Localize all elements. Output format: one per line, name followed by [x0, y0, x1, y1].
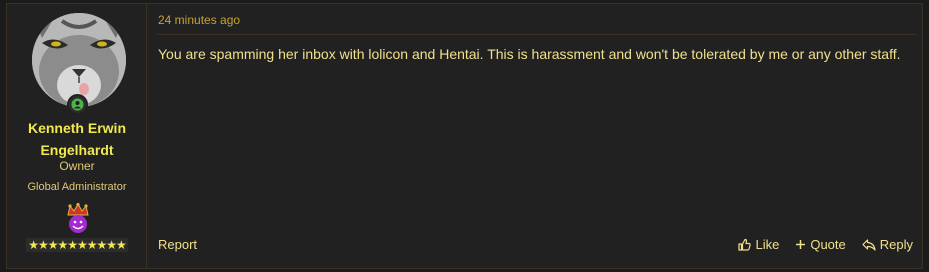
reply-label[interactable]: Reply: [880, 237, 913, 252]
forum-post: Kenneth Erwin Engelhardt Owner Global Ad…: [6, 3, 923, 269]
user-title: Owner: [59, 159, 95, 173]
username-line-2[interactable]: Engelhardt: [7, 139, 147, 161]
report-link[interactable]: Report: [158, 237, 197, 252]
rank-stars: ★★★★★★★★★★: [7, 238, 147, 252]
user-cell: Kenneth Erwin Engelhardt Owner Global Ad…: [7, 4, 147, 268]
username-line-1[interactable]: Kenneth Erwin: [7, 117, 147, 139]
username[interactable]: Kenneth Erwin Engelhardt: [7, 117, 147, 161]
divider: [157, 34, 917, 35]
reply-arrow-icon: [862, 238, 876, 251]
post-message: You are spamming her inbox with lolicon …: [158, 46, 901, 62]
post-timestamp[interactable]: 24 minutes ago: [158, 13, 240, 27]
thumbs-up-icon: [738, 238, 752, 251]
reply-button[interactable]: Reply: [862, 237, 913, 252]
quote-label[interactable]: Quote: [810, 237, 845, 252]
crown-devil-icon: [65, 202, 91, 235]
quote-button[interactable]: Quote: [795, 237, 846, 252]
user-role: Global Administrator: [27, 181, 127, 193]
like-label[interactable]: Like: [755, 237, 779, 252]
online-status-icon: [67, 94, 88, 115]
rank-stars-icon: ★★★★★★★★★★: [26, 238, 128, 252]
avatar[interactable]: [32, 13, 126, 107]
plus-icon: [796, 240, 806, 249]
post-actions: Like Quote Reply: [738, 237, 913, 252]
like-button[interactable]: Like: [738, 237, 779, 252]
